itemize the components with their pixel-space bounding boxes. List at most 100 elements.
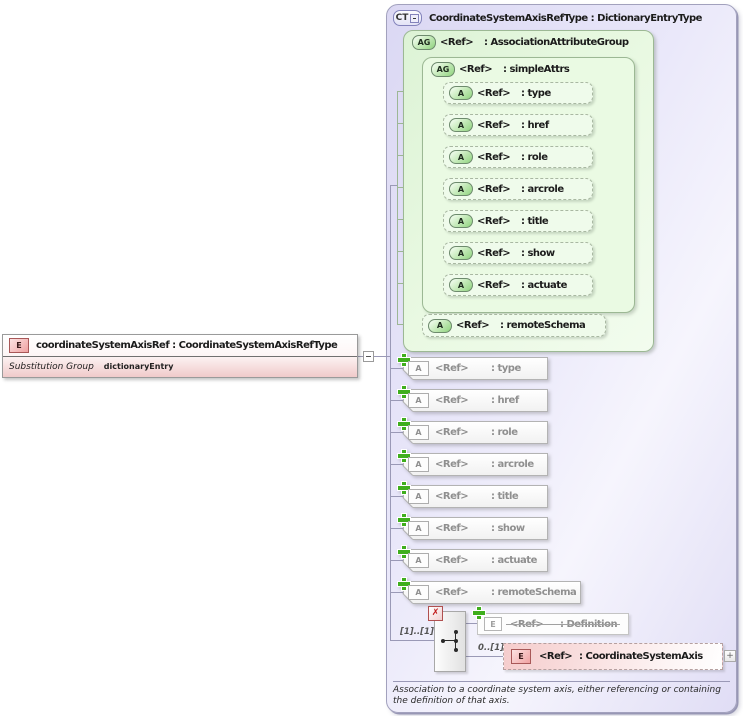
- connector-line: [464, 656, 503, 657]
- collapse-toggle[interactable]: [363, 351, 374, 362]
- ref-label: <Ref>: [435, 363, 469, 374]
- attribute-name: : role: [521, 151, 548, 163]
- ref-label: <Ref>: [435, 523, 469, 534]
- element-badge: E: [484, 617, 502, 631]
- ref-label: <Ref>: [435, 427, 469, 438]
- inherited-attribute-row-show[interactable]: A <Ref> : show: [398, 514, 548, 540]
- attribute-name: : title: [521, 215, 549, 227]
- attribute-name: : title: [491, 491, 519, 502]
- attribute-badge: A: [408, 393, 429, 408]
- attribute-row-actuate[interactable]: A <Ref> : actuate: [443, 274, 593, 296]
- attribute-group-badge: AG: [431, 62, 455, 77]
- inherited-attribute-row-arcrole[interactable]: A <Ref> : arcrole: [398, 450, 548, 476]
- ref-label: <Ref>: [435, 459, 469, 470]
- substitution-group-label: Substitution Group: [9, 361, 94, 372]
- attribute-name: : role: [491, 427, 518, 438]
- attribute-badge: A: [408, 361, 429, 376]
- expand-button[interactable]: +: [724, 650, 736, 662]
- attribute-name: : href: [521, 119, 549, 131]
- complex-type-header: CT CoordinateSystemAxisRefType : Diction…: [393, 10, 702, 26]
- connector-line: [390, 400, 403, 401]
- attribute-badge: A: [408, 585, 429, 600]
- cardinality-label: 0..[1]: [478, 643, 505, 653]
- attribute-row-role[interactable]: A <Ref> : role: [443, 146, 593, 168]
- attribute-group-box[interactable]: AG <Ref> : AssociationAttributeGroup AG …: [403, 30, 654, 352]
- inherited-attribute-row-remoteschema[interactable]: A <Ref> : remoteSchema: [398, 578, 581, 604]
- complex-type-badge: CT: [393, 10, 422, 26]
- complex-type-title: CoordinateSystemAxisRefType : Dictionary…: [429, 12, 702, 24]
- attribute-name: : arcrole: [491, 459, 534, 470]
- attribute-row-href[interactable]: A <Ref> : href: [443, 114, 593, 136]
- attribute-name: : actuate: [491, 555, 537, 566]
- attribute-badge: A: [408, 521, 429, 536]
- attribute-name: : type: [491, 363, 521, 374]
- ref-label: <Ref>: [435, 395, 469, 406]
- inherited-attribute-row-title[interactable]: A <Ref> : title: [398, 482, 548, 508]
- attribute-row-remoteschema[interactable]: A <Ref> : remoteSchema: [422, 314, 606, 337]
- attribute-badge: A: [449, 86, 473, 100]
- ref-label: <Ref>: [477, 247, 511, 259]
- attribute-name: : show: [491, 523, 525, 534]
- inherited-attribute-row-actuate[interactable]: A <Ref> : actuate: [398, 546, 548, 572]
- collapse-icon[interactable]: [410, 13, 420, 23]
- attribute-name: : remoteSchema: [491, 587, 577, 598]
- ref-label: <Ref>: [435, 555, 469, 566]
- ref-label: <Ref>: [435, 587, 469, 598]
- connector-line: [390, 368, 403, 369]
- attribute-badge: A: [449, 182, 473, 196]
- remove-icon[interactable]: ✗: [428, 606, 443, 621]
- inherited-attribute-row-role[interactable]: A <Ref> : role: [398, 418, 548, 444]
- global-element-box[interactable]: E coordinateSystemAxisRef : CoordinateSy…: [2, 334, 358, 378]
- ref-label: <Ref>: [456, 320, 490, 331]
- simple-attrs-group-box[interactable]: AG <Ref> : simpleAttrs A <Ref> : type A …: [422, 57, 635, 313]
- attribute-group-name: : simpleAttrs: [503, 64, 570, 75]
- substitution-group-row: Substitution Group dictionaryEntry: [3, 356, 357, 376]
- annotation-divider: [393, 681, 730, 682]
- ref-label: <Ref>: [539, 651, 573, 662]
- attribute-group-badge: AG: [412, 35, 436, 50]
- inherited-attribute-row-type[interactable]: A <Ref> : type: [398, 354, 548, 380]
- attribute-row-arcrole[interactable]: A <Ref> : arcrole: [443, 178, 593, 200]
- attribute-name: : show: [521, 247, 555, 259]
- annotation-text: Association to a coordinate system axis,…: [393, 685, 721, 706]
- schema-diagram-canvas: CT CoordinateSystemAxisRefType : Diction…: [0, 0, 743, 716]
- attribute-badge: A: [428, 318, 452, 333]
- connector-line: [390, 185, 391, 641]
- attribute-name: : remoteSchema: [500, 320, 586, 331]
- ref-label: <Ref>: [477, 87, 511, 99]
- connector-line: [390, 464, 403, 465]
- attribute-row-title[interactable]: A <Ref> : title: [443, 210, 593, 232]
- ref-label: <Ref>: [440, 37, 474, 48]
- connector-line: [397, 91, 398, 325]
- ref-label: <Ref>: [477, 279, 511, 291]
- attribute-row-show[interactable]: A <Ref> : show: [443, 242, 593, 264]
- connector-line: [390, 528, 403, 529]
- element-row-coordinatesystemaxis[interactable]: E <Ref> : CoordinateSystemAxis: [503, 643, 723, 670]
- element-title: coordinateSystemAxisRef : CoordinateSyst…: [36, 340, 338, 351]
- attribute-row-type[interactable]: A <Ref> : type: [443, 82, 593, 104]
- element-badge: E: [511, 649, 531, 664]
- attribute-badge: A: [449, 150, 473, 164]
- inherited-attribute-row-href[interactable]: A <Ref> : href: [398, 386, 548, 412]
- ref-label: <Ref>: [477, 151, 511, 163]
- attribute-badge: A: [408, 489, 429, 504]
- cardinality-label: [1]..[1]: [400, 627, 434, 637]
- connector-line: [390, 560, 403, 561]
- choice-icon: [441, 630, 460, 652]
- attribute-name: : href: [491, 395, 519, 406]
- element-header: E coordinateSystemAxisRef : CoordinateSy…: [3, 335, 357, 356]
- attribute-badge: A: [408, 457, 429, 472]
- attribute-group-name: : AssociationAttributeGroup: [484, 37, 629, 48]
- connector-line: [390, 640, 434, 641]
- attribute-group-header: AG <Ref> : AssociationAttributeGroup: [412, 35, 629, 50]
- element-name: : CoordinateSystemAxis: [579, 651, 703, 662]
- element-badge: E: [9, 338, 29, 353]
- connector-line: [390, 496, 403, 497]
- ref-label: <Ref>: [477, 119, 511, 131]
- ref-label: <Ref>: [459, 64, 493, 75]
- attribute-name: : actuate: [521, 279, 567, 291]
- ref-label: <Ref>: [477, 215, 511, 227]
- attribute-badge: A: [449, 214, 473, 228]
- element-row-definition[interactable]: E <Ref> : Definition: [473, 607, 629, 635]
- substitution-group-value[interactable]: dictionaryEntry: [104, 362, 174, 371]
